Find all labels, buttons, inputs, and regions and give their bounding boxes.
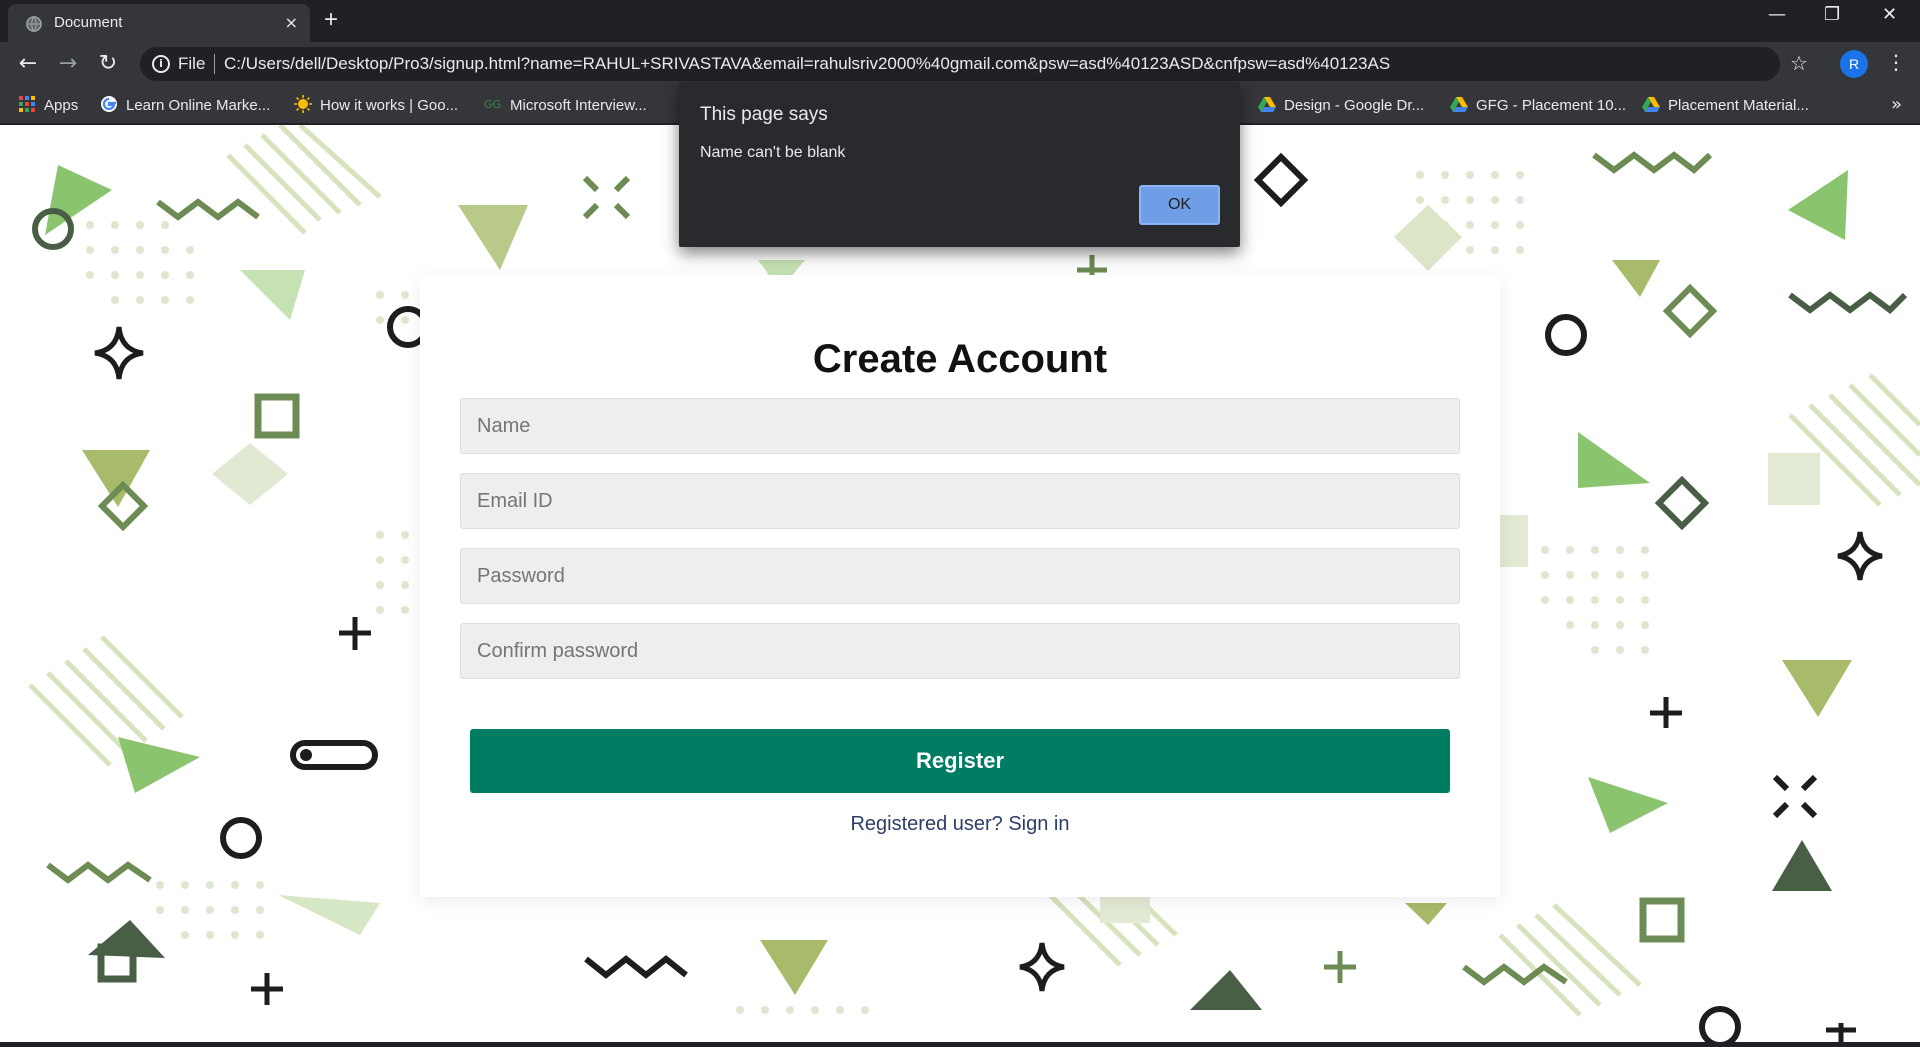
bookmark-microsoft-interview[interactable]: GG Microsoft Interview... (484, 95, 647, 115)
dialog-message: Name can't be blank (700, 144, 846, 161)
bookmark-label: Apps (44, 97, 79, 114)
bookmark-gfg-placement[interactable]: GFG - Placement 10... (1450, 95, 1626, 115)
bookmark-label: GFG - Placement 10... (1476, 97, 1627, 114)
browser-tab[interactable]: Document × (8, 4, 310, 42)
bookmark-label: Design - Google Dr... (1284, 97, 1425, 114)
google-drive-icon (1258, 95, 1276, 113)
confirm-password-input[interactable] (461, 624, 1459, 678)
omnibox-divider (214, 54, 215, 74)
bookmarks-overflow-icon[interactable]: » (1891, 94, 1902, 115)
email-input[interactable] (461, 474, 1459, 528)
globe-icon (26, 16, 42, 32)
bookmark-label: Microsoft Interview... (510, 97, 647, 114)
profile-avatar[interactable]: R (1840, 50, 1868, 78)
apps-grid-icon (18, 95, 36, 113)
close-tab-icon[interactable]: × (285, 13, 298, 32)
signup-card: Create Account Register Registered user?… (420, 275, 1500, 897)
tab-title: Document (54, 14, 123, 31)
confirm-password-field[interactable] (460, 623, 1460, 679)
scheme-label: File (178, 54, 206, 73)
tab-strip: Document × + — ❐ ✕ (0, 0, 1920, 42)
sun-icon (294, 95, 312, 113)
bookmark-placement-material[interactable]: Placement Material... (1642, 95, 1809, 115)
bookmark-learn-online[interactable]: Learn Online Marke... (100, 95, 270, 115)
forward-icon[interactable]: → (54, 50, 82, 78)
dialog-title: This page says (700, 104, 828, 125)
page-title: Create Account (812, 337, 1108, 381)
bookmark-apps[interactable]: Apps (18, 95, 78, 115)
bookmark-design[interactable]: Design - Google Dr... (1258, 95, 1424, 115)
signin-link[interactable]: Registered user? Sign in (420, 813, 1500, 836)
info-icon[interactable]: i (152, 55, 170, 73)
name-input[interactable] (461, 399, 1459, 453)
email-field[interactable] (460, 473, 1460, 529)
window-bottom-edge (0, 1042, 1920, 1047)
password-input[interactable] (461, 549, 1459, 603)
reload-icon[interactable]: ↻ (94, 50, 122, 78)
name-field[interactable] (460, 398, 1460, 454)
url-text[interactable]: C:/Users/dell/Desktop/Pro3/signup.html?n… (224, 54, 1390, 74)
browser-toolbar: ← → ↻ i File C:/Users/dell/Desktop/Pro3/… (0, 42, 1920, 86)
page-viewport: Create Account Register Registered user?… (0, 125, 1920, 1042)
bookmark-how-it-works[interactable]: How it works | Goo... (294, 95, 458, 115)
svg-text:GG: GG (484, 98, 501, 111)
google-icon (100, 95, 118, 113)
menu-kebab-icon[interactable]: ⋮ (1886, 50, 1906, 74)
gfg-icon: GG (484, 95, 502, 113)
dialog-ok-button[interactable]: OK (1139, 185, 1220, 225)
restore-icon[interactable]: ❐ (1824, 4, 1840, 25)
new-tab-icon[interactable]: + (324, 6, 338, 34)
password-field[interactable] (460, 548, 1460, 604)
bookmark-label: Learn Online Marke... (126, 97, 271, 114)
back-icon[interactable]: ← (14, 50, 42, 78)
bookmark-label: How it works | Goo... (320, 97, 459, 114)
close-window-icon[interactable]: ✕ (1882, 4, 1897, 25)
address-bar[interactable]: i File C:/Users/dell/Desktop/Pro3/signup… (140, 47, 1780, 81)
bookmark-label: Placement Material... (1668, 97, 1809, 114)
google-drive-icon (1642, 95, 1660, 113)
minimize-icon[interactable]: — (1768, 4, 1786, 25)
bookmark-star-icon[interactable]: ☆ (1790, 51, 1808, 75)
alert-dialog: This page says Name can't be blank OK (679, 82, 1240, 247)
google-drive-icon (1450, 95, 1468, 113)
register-button[interactable]: Register (470, 729, 1450, 793)
